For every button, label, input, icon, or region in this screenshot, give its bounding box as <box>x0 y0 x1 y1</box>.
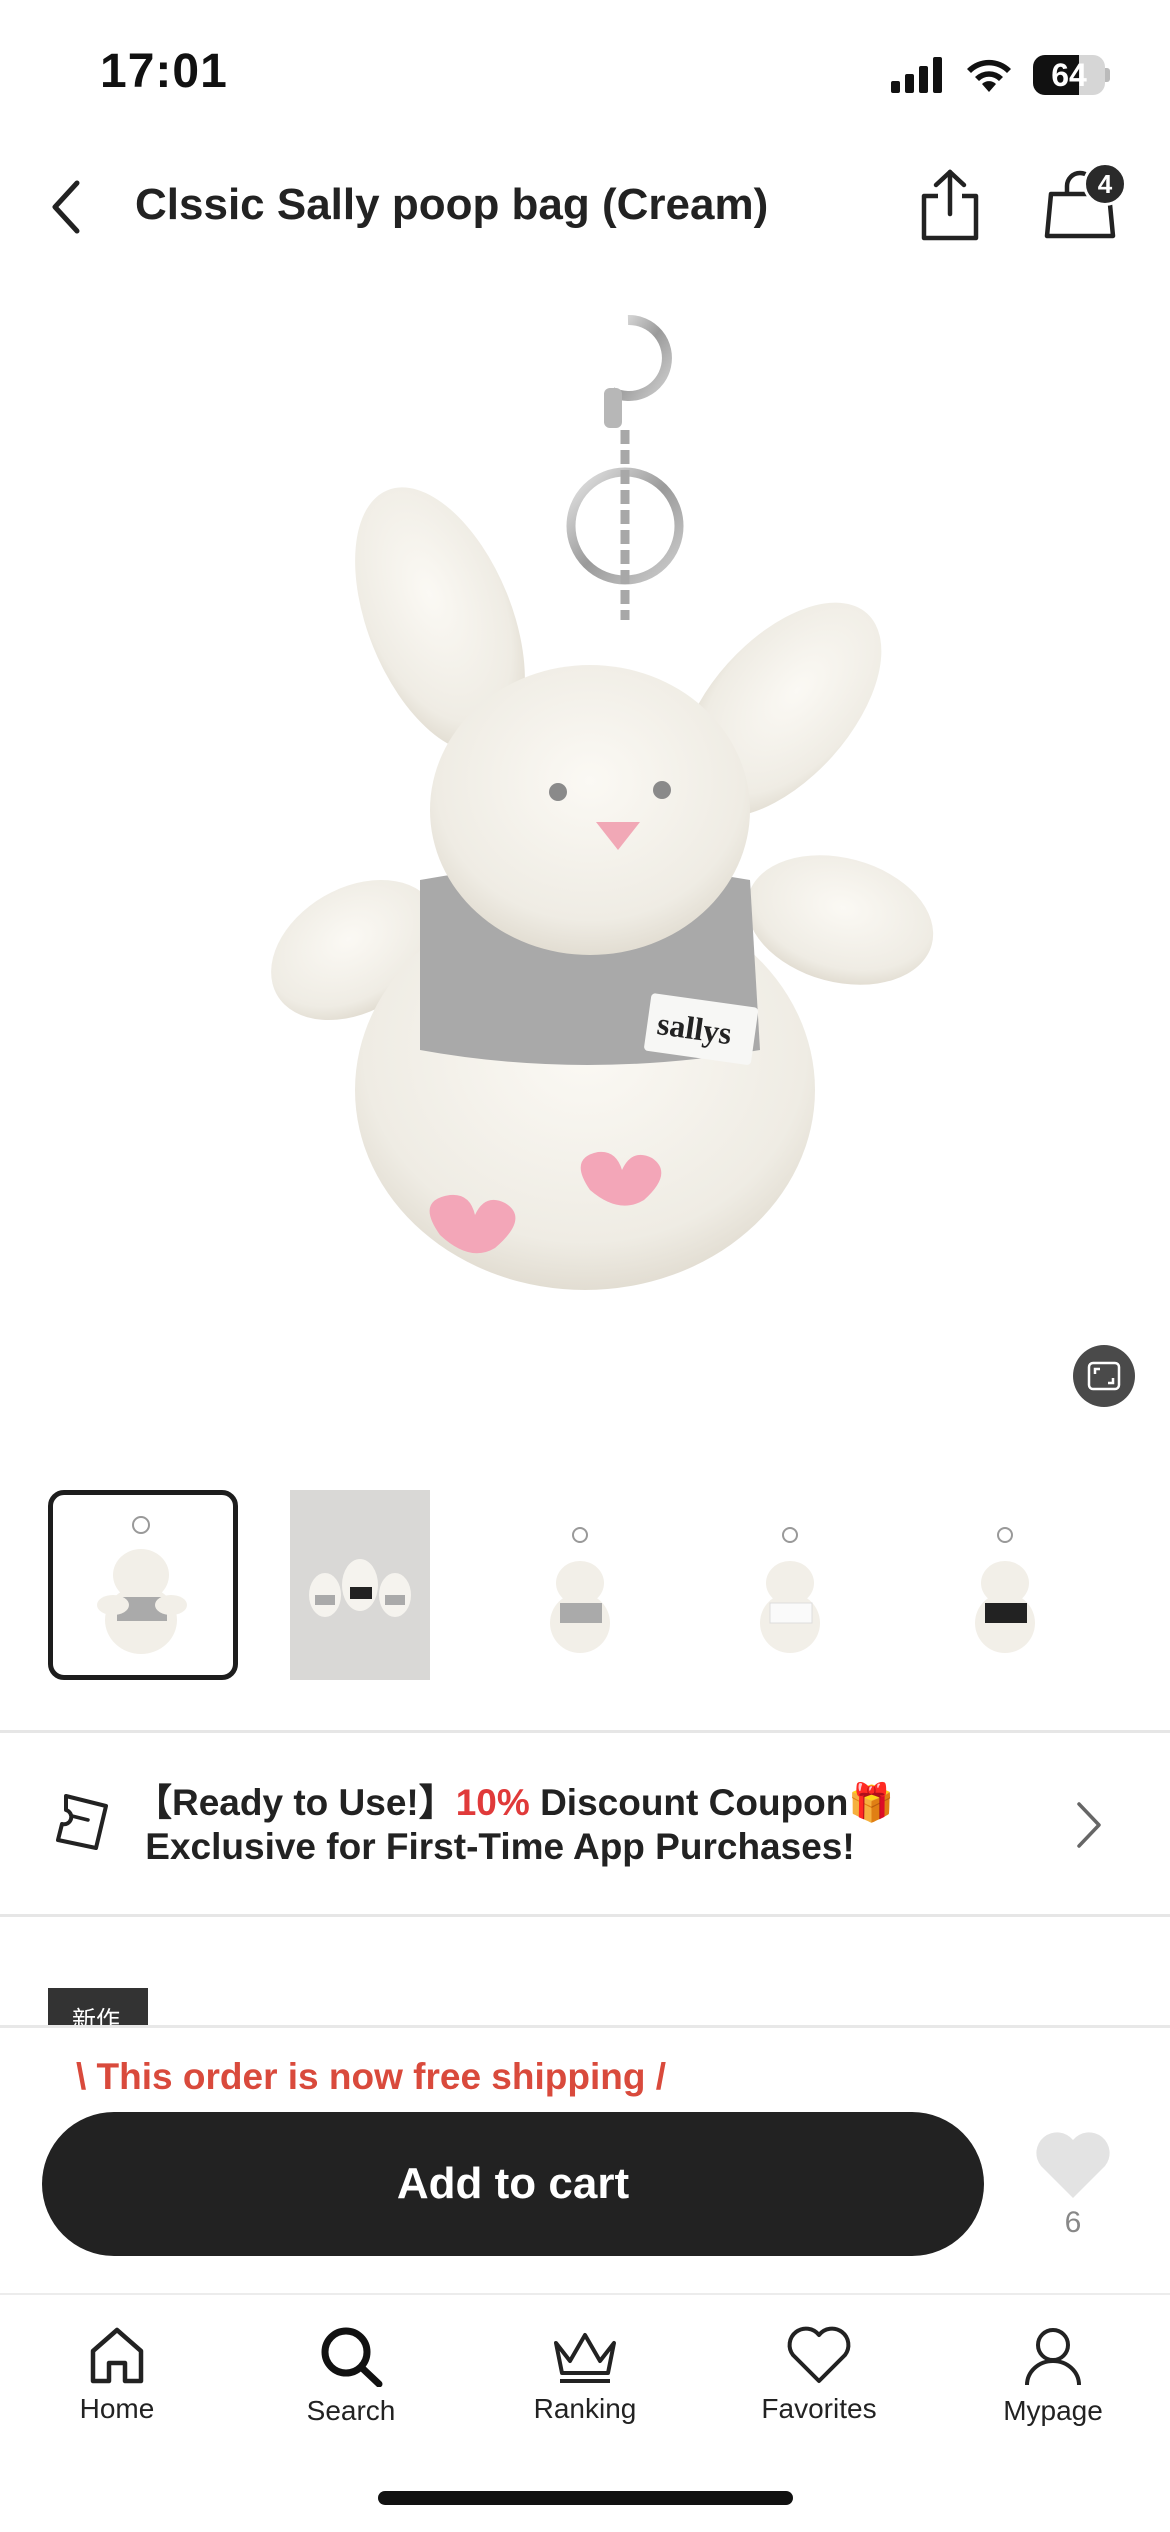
status-bar: 17:01 64 <box>0 0 1170 140</box>
battery-icon: 64 <box>1033 55 1110 95</box>
divider <box>0 1914 1170 1917</box>
home-icon <box>90 2327 144 2384</box>
coupon-line2: Exclusive for First-Time App Purchases! <box>135 1826 855 1867</box>
share-button[interactable] <box>905 160 995 250</box>
new-tag: 新作 <box>48 1988 148 2028</box>
tab-favorites-label: Favorites <box>761 2393 877 2424</box>
product-image[interactable]: sallys <box>0 290 1170 1420</box>
divider <box>0 1730 1170 1733</box>
thumbnail-3[interactable] <box>485 1490 675 1680</box>
heart-outline-icon <box>787 2326 851 2383</box>
tab-ranking[interactable]: Ranking <box>495 2325 675 2445</box>
chevron-right-icon <box>1077 1802 1101 1848</box>
tab-search[interactable]: Search <box>261 2325 441 2445</box>
page-title: Clssic Sally poop bag (Cream) <box>135 180 769 229</box>
search-icon <box>321 2327 383 2387</box>
thumbnail-4[interactable] <box>695 1490 885 1680</box>
cart-button[interactable]: 4 <box>1035 160 1127 250</box>
thumbnail-2[interactable] <box>290 1490 430 1680</box>
thumbnail-strip <box>0 1490 1170 1685</box>
back-chevron-icon <box>52 180 80 234</box>
coupon-prefix: 【Ready to Use!】 <box>135 1782 456 1823</box>
tab-mypage[interactable]: Mypage <box>963 2325 1143 2445</box>
tab-favorites[interactable]: Favorites <box>729 2325 909 2445</box>
coupon-discount: 10% <box>455 1782 530 1823</box>
back-button[interactable] <box>36 172 96 242</box>
expand-image-button[interactable] <box>1073 1345 1135 1407</box>
tab-search-label: Search <box>306 2395 396 2426</box>
favorite-count: 6 <box>1064 2206 1082 2239</box>
coupon-text: 【Ready to Use!】10% Discount Coupon🎁 Excl… <box>135 1781 894 1869</box>
coupon-icon <box>56 1794 108 1850</box>
cart-badge: 4 <box>1083 162 1127 206</box>
coupon-banner[interactable]: 【Ready to Use!】10% Discount Coupon🎁 Excl… <box>0 1735 1170 1915</box>
battery-level: 64 <box>1051 57 1087 93</box>
thumbnail-5[interactable] <box>910 1490 1100 1680</box>
add-to-cart-button[interactable]: Add to cart <box>42 2112 984 2256</box>
expand-icon <box>1087 1361 1121 1391</box>
tab-home-label: Home <box>79 2393 155 2424</box>
tab-home[interactable]: Home <box>27 2325 207 2445</box>
wifi-icon <box>967 59 1011 92</box>
cellular-signal-icon <box>891 57 942 93</box>
thumbnail-1[interactable] <box>48 1490 238 1680</box>
heart-icon <box>1036 2132 1110 2198</box>
tab-mypage-label: Mypage <box>1003 2395 1103 2426</box>
purchase-bar: \ This order is now free shipping / Add … <box>0 2025 1170 2293</box>
status-time: 17:01 <box>100 45 228 98</box>
favorite-button[interactable]: 6 <box>1030 2128 1116 2258</box>
status-icons: 64 <box>891 50 1110 100</box>
home-indicator <box>378 2491 793 2505</box>
crown-icon <box>554 2333 616 2383</box>
tab-ranking-label: Ranking <box>533 2393 637 2424</box>
person-icon <box>1025 2328 1081 2386</box>
share-icon <box>921 169 979 241</box>
free-shipping-text: \ This order is now free shipping / <box>76 2056 667 2097</box>
header: Clssic Sally poop bag (Cream) 4 <box>0 140 1170 270</box>
coupon-suffix: Discount Coupon🎁 <box>529 1782 895 1823</box>
